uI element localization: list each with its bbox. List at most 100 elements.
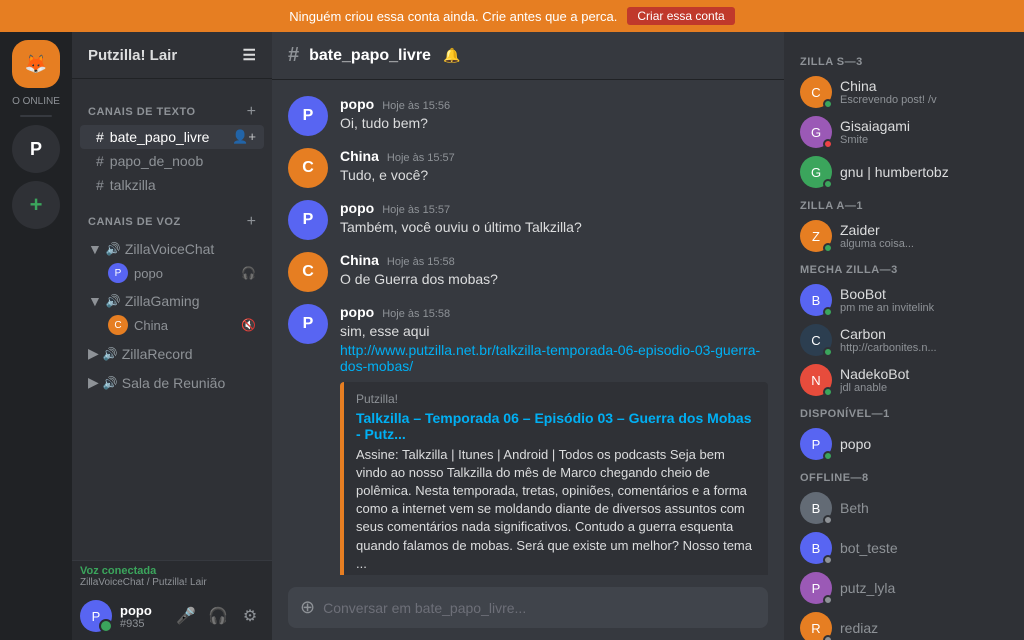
voice-channel-sala-reuniao: ▶ 🔊 Sala de Reunião: [72, 368, 272, 397]
chevron-right-icon-2: ▶: [88, 374, 99, 391]
zaider-name: Zaider: [840, 222, 1008, 238]
chat-input[interactable]: [323, 600, 756, 616]
china-avatar-msg2: C: [288, 148, 328, 188]
bot-teste-name: bot_teste: [840, 540, 1008, 556]
upload-icon[interactable]: ⊕: [300, 597, 315, 618]
link-preview: Putzilla! Talkzilla – Temporada 06 – Epi…: [340, 382, 768, 575]
member-gnu[interactable]: G gnu | humbertobz: [792, 152, 1016, 192]
username: popo: [120, 603, 164, 618]
hamburger-icon[interactable]: ☰: [243, 46, 256, 64]
message-3: P popo Hoje às 15:57 Também, você ouviu …: [288, 200, 768, 240]
rediaz-avatar: R: [800, 612, 832, 640]
carbon-name: Carbon: [840, 326, 1008, 342]
message-5: P popo Hoje às 15:58 sim, esse aqui http…: [288, 304, 768, 575]
add-voice-channel-button[interactable]: +: [247, 213, 256, 231]
msg4-header: China Hoje às 15:58: [340, 252, 768, 268]
voice-channel-zilla-record: ▶ 🔊 ZillaRecord: [72, 339, 272, 368]
voice-channel-header-zilla-gaming[interactable]: ▼ 🔊 ZillaGaming: [80, 289, 264, 313]
msg5-time: Hoje às 15:58: [382, 308, 450, 320]
member-carbon[interactable]: C Carbon http://carbonites.n...: [792, 320, 1016, 360]
main-chat: # bate_papo_livre 🔔 P popo Hoje às 15:56…: [272, 32, 784, 640]
gnu-name: gnu | humbertobz: [840, 164, 1008, 180]
member-gisaiagami[interactable]: G Gisaiagami Smite: [792, 112, 1016, 152]
server-divider: [20, 115, 52, 117]
channel-bate-papo-livre[interactable]: # bate_papo_livre 👤+: [80, 125, 264, 149]
china-member-avatar: C: [800, 76, 832, 108]
member-nadekobot[interactable]: N NadekoBot jdl anable: [792, 360, 1016, 400]
china-status-dot: [823, 99, 833, 109]
channel-follow-icon: 🔔: [443, 47, 460, 64]
voice-connected-label: Voz conectada: [80, 565, 264, 577]
bot-teste-info: bot_teste: [840, 540, 1008, 556]
top-banner: Ninguém criou essa conta ainda. Crie ant…: [0, 0, 1024, 32]
message-2: C China Hoje às 15:57 Tudo, e você?: [288, 148, 768, 188]
msg2-username: China: [340, 148, 379, 164]
msg2-time: Hoje às 15:57: [387, 152, 455, 164]
boobot-status-dot: [823, 307, 833, 317]
msg1-content: popo Hoje às 15:56 Oi, tudo bem?: [340, 96, 768, 134]
server-list: 🦊 O ONLINE P +: [0, 32, 72, 640]
member-china[interactable]: C China Escrevendo post! /v: [792, 72, 1016, 112]
beth-name: Beth: [840, 500, 1008, 516]
nadekobot-status-dot: [823, 387, 833, 397]
claim-account-button[interactable]: Criar essa conta: [627, 7, 734, 25]
server-icon-secondary[interactable]: P: [12, 125, 60, 173]
msg4-username: China: [340, 252, 379, 268]
voice-member-china[interactable]: C China 🔇: [80, 313, 264, 337]
gisaiagami-status-dot: [823, 139, 833, 149]
popo-avatar-msg3: P: [288, 200, 328, 240]
boobot-name: BooBot: [840, 286, 1008, 302]
member-beth[interactable]: B Beth: [792, 488, 1016, 528]
voice-channel-zilla-gaming: ▼ 🔊 ZillaGaming C China 🔇: [72, 287, 272, 339]
popo-avatar: P: [108, 263, 128, 283]
voice-channel-header-sala-reuniao[interactable]: ▶ 🔊 Sala de Reunião: [80, 370, 264, 395]
chat-input-area: ⊕: [272, 575, 784, 640]
server-icon-putzilla[interactable]: 🦊: [12, 40, 60, 88]
putz-lyla-status-dot: [823, 595, 833, 605]
chat-header: # bate_papo_livre 🔔: [272, 32, 784, 80]
preview-title: Talkzilla – Temporada 06 – Episódio 03 –…: [356, 410, 756, 442]
msg3-header: popo Hoje às 15:57: [340, 200, 768, 216]
voice-channel-header-zilla-record[interactable]: ▶ 🔊 ZillaRecord: [80, 341, 264, 366]
member-bot-teste[interactable]: B bot_teste: [792, 528, 1016, 568]
popo-avatar-msg5: P: [288, 304, 328, 344]
gisaiagami-name: Gisaiagami: [840, 118, 1008, 134]
carbon-status-dot: [823, 347, 833, 357]
headphone-icon: 🎧: [241, 266, 256, 280]
server-header[interactable]: Putzilla! Lair ☰: [72, 32, 272, 79]
channel-hash-icon: #: [288, 44, 299, 67]
member-zaider[interactable]: Z Zaider alguma coisa...: [792, 216, 1016, 256]
mic-button[interactable]: 🎤: [172, 602, 200, 630]
china-avatar: C: [108, 315, 128, 335]
user-controls: 🎤 🎧 ⚙: [172, 602, 264, 630]
member-boobot[interactable]: B BooBot pm me an invitelink: [792, 280, 1016, 320]
carbon-avatar: C: [800, 324, 832, 356]
member-rediaz[interactable]: R rediaz: [792, 608, 1016, 640]
preview-desc: Assine: Talkzilla | Itunes | Android | T…: [356, 446, 756, 573]
settings-button[interactable]: ⚙: [236, 602, 264, 630]
msg5-header: popo Hoje às 15:58: [340, 304, 768, 320]
member-popo[interactable]: P popo: [792, 424, 1016, 464]
msg4-text: O de Guerra dos mobas?: [340, 270, 768, 290]
msg5-text: sim, esse aqui: [340, 322, 768, 342]
add-member-icon[interactable]: 👤+: [232, 129, 256, 145]
boobot-avatar: B: [800, 284, 832, 316]
message-1: P popo Hoje às 15:56 Oi, tudo bem?: [288, 96, 768, 136]
msg5-link[interactable]: http://www.putzilla.net.br/talkzilla-tem…: [340, 342, 760, 374]
rediaz-info: rediaz: [840, 620, 1008, 636]
msg1-header: popo Hoje às 15:56: [340, 96, 768, 112]
channel-papo-de-noob[interactable]: # papo_de_noob: [80, 149, 264, 173]
add-text-channel-button[interactable]: +: [247, 103, 256, 121]
msg1-time: Hoje às 15:56: [382, 100, 450, 112]
add-server-button[interactable]: +: [12, 181, 60, 229]
channel-talkzilla[interactable]: # talkzilla: [80, 173, 264, 197]
beth-status-dot: [823, 515, 833, 525]
voice-member-popo[interactable]: P popo 🎧: [80, 261, 264, 285]
member-putz-lyla[interactable]: P putz_lyla: [792, 568, 1016, 608]
headphone-button[interactable]: 🎧: [204, 602, 232, 630]
text-channels-label: CANAIS DE TEXTO +: [72, 87, 272, 125]
hash-icon-2: #: [96, 153, 104, 169]
chevron-down-icon-2: ▼: [88, 293, 102, 309]
voice-channel-header-zilla-voice[interactable]: ▼ 🔊 ZillaVoiceChat: [80, 237, 264, 261]
zaider-status: alguma coisa...: [840, 238, 1008, 250]
